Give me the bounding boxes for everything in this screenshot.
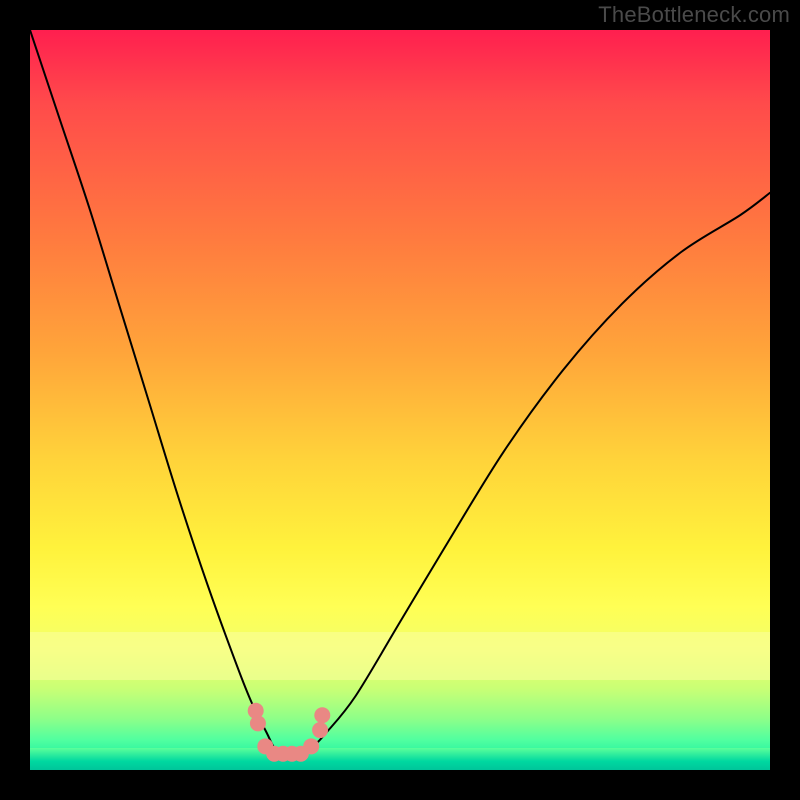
bottleneck-curve [30,30,770,756]
curve-marker [250,715,266,731]
curve-marker [314,707,330,723]
curve-marker [303,738,319,754]
curve-svg [30,30,770,770]
watermark-text: TheBottleneck.com [598,2,790,28]
curve-marker [312,722,328,738]
curve-markers [248,703,331,762]
plot-area [30,30,770,770]
chart-frame: TheBottleneck.com [0,0,800,800]
